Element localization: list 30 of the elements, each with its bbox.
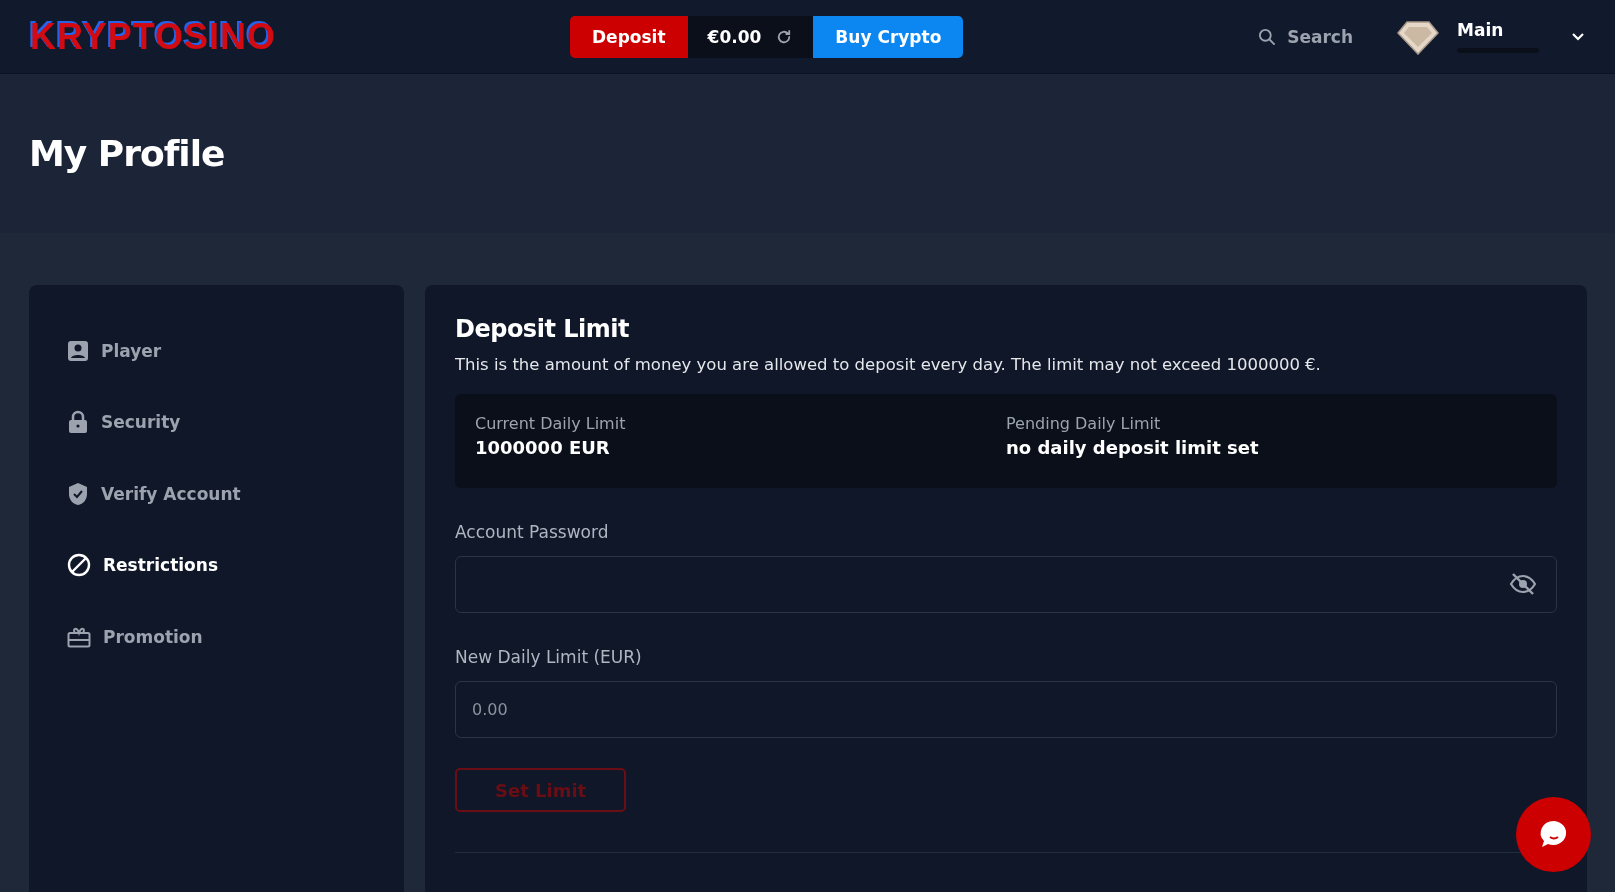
gift-card-icon: [67, 625, 91, 648]
eye-slash-icon[interactable]: [1509, 572, 1537, 596]
chevron-down-icon[interactable]: [1571, 31, 1585, 42]
person-icon: [67, 339, 89, 362]
field-label: New Daily Limit (EUR): [455, 647, 643, 667]
limit-value: 1000000 EUR: [475, 437, 611, 458]
limit-label: Current Daily Limit: [475, 414, 627, 433]
sidebar-item[interactable]: Restrictions: [67, 529, 366, 601]
prohibited-icon: [67, 553, 91, 578]
description-text: This is the amount of money you are allowed to deposit every day. The limit may not exceed 1000000 €.: [455, 355, 1322, 374]
sidebar-item[interactable]: Security: [67, 386, 366, 458]
section-title: Deposit Limit: [455, 315, 630, 343]
lock-icon: [67, 410, 89, 435]
page-title: My Profile: [29, 133, 225, 174]
shield-check-icon: [67, 481, 89, 506]
deposit-button[interactable]: Deposit: [570, 15, 688, 58]
account-name[interactable]: Main: [1457, 20, 1547, 40]
sidebar-item[interactable]: Player: [67, 315, 366, 387]
balance-amount: €0.00: [707, 26, 762, 47]
limit-input-field[interactable]: 0.00: [455, 681, 1557, 738]
search-icon: [1257, 26, 1278, 47]
buy-crypto-button[interactable]: Buy Crypto: [813, 15, 964, 58]
sidebar-item[interactable]: Verify Account: [67, 458, 366, 530]
limit-label: Pending Daily Limit: [1006, 414, 1162, 433]
search-button[interactable]: Search: [1251, 25, 1359, 48]
limit-value: no daily deposit limit set: [1006, 437, 1260, 458]
password-field[interactable]: [455, 556, 1557, 613]
field-label: Account Password: [455, 522, 610, 542]
diamond-icon: [1397, 18, 1439, 55]
sidebar-item[interactable]: Promotion: [67, 601, 366, 673]
